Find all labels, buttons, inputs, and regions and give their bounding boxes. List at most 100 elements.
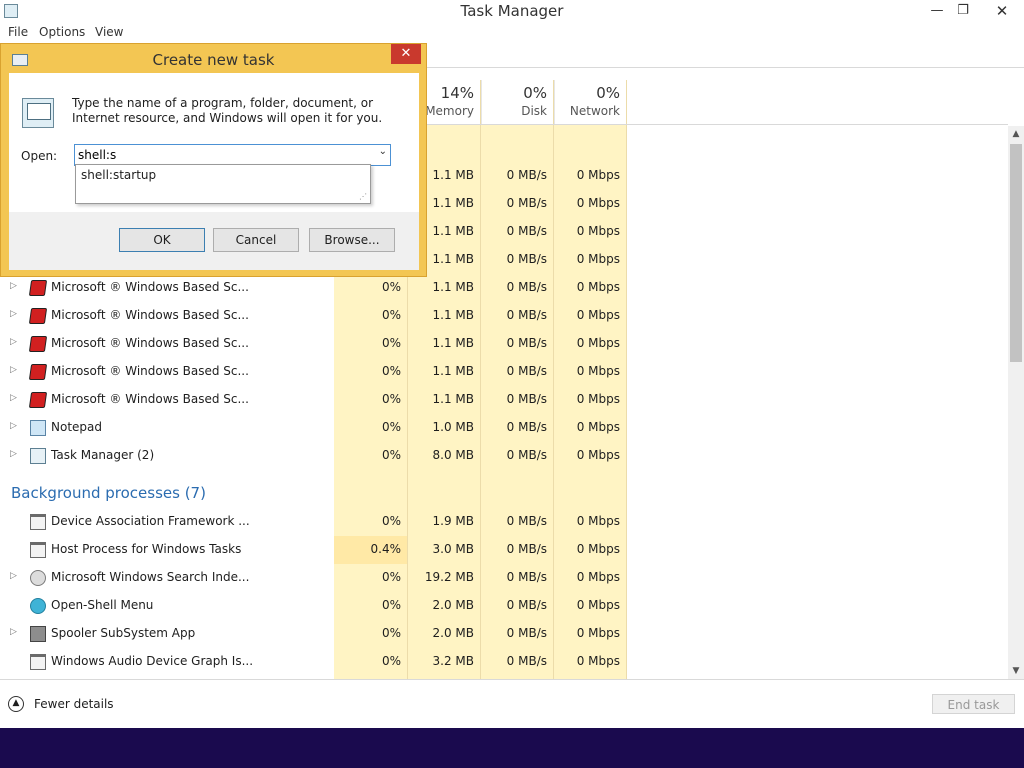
cpu-cell: 0% bbox=[381, 280, 401, 294]
table-row[interactable]: Windows Audio Device Graph Is... 0% 3.2 … bbox=[0, 648, 626, 676]
table-row[interactable]: Device Association Framework ... 0% 1.9 … bbox=[0, 508, 626, 536]
disk-cell: 0 MB/s bbox=[506, 654, 547, 668]
expand-arrow-icon[interactable]: ▷ bbox=[10, 365, 17, 375]
table-row[interactable]: Host Process for Windows Tasks 0.4% 3.0 … bbox=[0, 536, 626, 564]
table-row[interactable]: ▷ Microsoft ® Windows Based Sc... 0% 1.1… bbox=[0, 274, 626, 302]
expand-arrow-icon[interactable]: ▷ bbox=[10, 421, 17, 431]
chevron-up-icon[interactable]: ▲ bbox=[8, 696, 24, 712]
disk-cell: 0 MB/s bbox=[506, 364, 547, 378]
autocomplete-dropdown: shell:startup ⋰ bbox=[75, 164, 371, 204]
expand-arrow-icon[interactable]: ▷ bbox=[10, 309, 17, 319]
memory-cell: 2.0 MB bbox=[432, 626, 474, 640]
network-cell: 0 Mbps bbox=[576, 308, 620, 322]
chevron-down-icon[interactable]: ⌄ bbox=[379, 146, 387, 157]
expand-arrow-icon[interactable]: ▷ bbox=[10, 449, 17, 459]
ok-button[interactable]: OK bbox=[119, 228, 205, 252]
process-name: Microsoft ® Windows Based Sc... bbox=[51, 336, 249, 350]
expand-arrow-icon[interactable]: ▷ bbox=[10, 337, 17, 347]
expand-arrow-icon[interactable]: ▷ bbox=[10, 393, 17, 403]
table-row[interactable]: ▷ Notepad 0% 1.0 MB 0 MB/s 0 Mbps bbox=[0, 414, 626, 442]
table-row[interactable]: ▷ Microsoft ® Windows Based Sc... 0% 1.1… bbox=[0, 330, 626, 358]
menu-view[interactable]: View bbox=[95, 25, 123, 39]
end-task-button[interactable]: End task bbox=[932, 694, 1015, 714]
dialog-description: Type the name of a program, folder, docu… bbox=[72, 96, 383, 125]
table-row[interactable]: ▷ Task Manager (2) 0% 8.0 MB 0 MB/s 0 Mb… bbox=[0, 442, 626, 470]
menu-file[interactable]: File bbox=[8, 25, 28, 39]
open-combobox[interactable]: ⌄ bbox=[74, 144, 391, 166]
process-name: Microsoft ® Windows Based Sc... bbox=[51, 308, 249, 322]
scrollbar-thumb[interactable] bbox=[1010, 144, 1022, 362]
memory-cell: 1.0 MB bbox=[432, 420, 474, 434]
close-button[interactable]: ✕ bbox=[980, 0, 1024, 22]
cpu-cell: 0% bbox=[381, 392, 401, 406]
table-row[interactable]: ▷ Spooler SubSystem App 0% 2.0 MB 0 MB/s… bbox=[0, 620, 626, 648]
cpu-cell: 0% bbox=[381, 626, 401, 640]
expand-arrow-icon[interactable]: ▷ bbox=[10, 281, 17, 291]
cpu-cell: 0% bbox=[381, 420, 401, 434]
network-cell: 0 Mbps bbox=[576, 224, 620, 238]
minimize-button[interactable]: — bbox=[924, 0, 950, 22]
menu-bar: File Options View bbox=[0, 24, 1024, 42]
expand-arrow-icon[interactable]: ▷ bbox=[10, 627, 17, 637]
ms-app-icon bbox=[28, 280, 48, 296]
process-name: Notepad bbox=[51, 420, 102, 434]
table-row[interactable]: ▷ Microsoft ® Windows Based Sc... 0% 1.1… bbox=[0, 386, 626, 414]
table-row[interactable]: ▷ Microsoft Windows Search Inde... 0% 19… bbox=[0, 564, 626, 592]
network-cell: 0 Mbps bbox=[576, 542, 620, 556]
disk-cell: 0 MB/s bbox=[506, 626, 547, 640]
restore-button[interactable]: ❐ bbox=[950, 0, 976, 22]
dialog-body: Type the name of a program, folder, docu… bbox=[9, 73, 419, 212]
network-column-header[interactable]: 0% Network bbox=[554, 80, 627, 124]
disk-cell: 0 MB/s bbox=[506, 420, 547, 434]
run-program-icon bbox=[22, 98, 54, 128]
dialog-title: Create new task bbox=[152, 51, 275, 69]
globe-icon bbox=[30, 598, 46, 614]
network-cell: 0 Mbps bbox=[576, 392, 620, 406]
network-cell: 0 Mbps bbox=[576, 626, 620, 640]
network-cell: 0 Mbps bbox=[576, 514, 620, 528]
menu-options[interactable]: Options bbox=[39, 25, 85, 39]
memory-cell: 3.2 MB bbox=[432, 654, 474, 668]
fewer-details-link[interactable]: Fewer details bbox=[34, 697, 114, 711]
scroll-down-icon[interactable]: ▼ bbox=[1008, 663, 1024, 679]
network-cell: 0 Mbps bbox=[576, 168, 620, 182]
disk-cell: 0 MB/s bbox=[506, 252, 547, 266]
ms-app-icon bbox=[28, 392, 48, 408]
expand-arrow-icon[interactable]: ▷ bbox=[10, 571, 17, 581]
network-percent: 0% bbox=[596, 84, 620, 102]
process-name: Task Manager (2) bbox=[51, 448, 155, 462]
process-name: Windows Audio Device Graph Is... bbox=[51, 654, 254, 668]
network-cell: 0 Mbps bbox=[576, 570, 620, 584]
process-name: Open-Shell Menu bbox=[51, 598, 154, 612]
cancel-button[interactable]: Cancel bbox=[213, 228, 299, 252]
open-input[interactable] bbox=[78, 146, 368, 164]
title-bar: Task Manager — ❐ ✕ bbox=[0, 0, 1024, 24]
process-name: Microsoft ® Windows Based Sc... bbox=[51, 364, 249, 378]
disk-cell: 0 MB/s bbox=[506, 514, 547, 528]
autocomplete-item[interactable]: shell:startup bbox=[81, 168, 156, 182]
dialog-close-button[interactable]: ✕ bbox=[391, 44, 421, 64]
cpu-cell: 0% bbox=[381, 336, 401, 350]
disk-cell: 0 MB/s bbox=[506, 280, 547, 294]
network-cell: 0 Mbps bbox=[576, 252, 620, 266]
disk-column-header[interactable]: 0% Disk bbox=[481, 80, 554, 124]
disk-cell: 0 MB/s bbox=[506, 570, 547, 584]
vertical-scrollbar[interactable]: ▲ ▼ bbox=[1008, 126, 1024, 679]
scroll-up-icon[interactable]: ▲ bbox=[1008, 126, 1024, 142]
table-row[interactable]: Open-Shell Menu 0% 2.0 MB 0 MB/s 0 Mbps bbox=[0, 592, 626, 620]
cpu-cell: 0.4% bbox=[370, 542, 402, 556]
network-cell: 0 Mbps bbox=[576, 448, 620, 462]
window-icon bbox=[30, 654, 46, 670]
window-icon bbox=[30, 514, 46, 530]
disk-cell: 0 MB/s bbox=[506, 448, 547, 462]
column-divider bbox=[626, 80, 627, 679]
cpu-cell: 0% bbox=[381, 308, 401, 322]
network-cell: 0 Mbps bbox=[576, 336, 620, 350]
table-row[interactable]: ▷ Microsoft ® Windows Based Sc... 0% 1.1… bbox=[0, 302, 626, 330]
disk-cell: 0 MB/s bbox=[506, 598, 547, 612]
cpu-cell: 0% bbox=[381, 448, 401, 462]
network-cell: 0 Mbps bbox=[576, 654, 620, 668]
browse-button[interactable]: Browse... bbox=[309, 228, 395, 252]
table-row[interactable]: ▷ Microsoft ® Windows Based Sc... 0% 1.1… bbox=[0, 358, 626, 386]
resize-grip-icon[interactable]: ⋰ bbox=[359, 192, 367, 201]
